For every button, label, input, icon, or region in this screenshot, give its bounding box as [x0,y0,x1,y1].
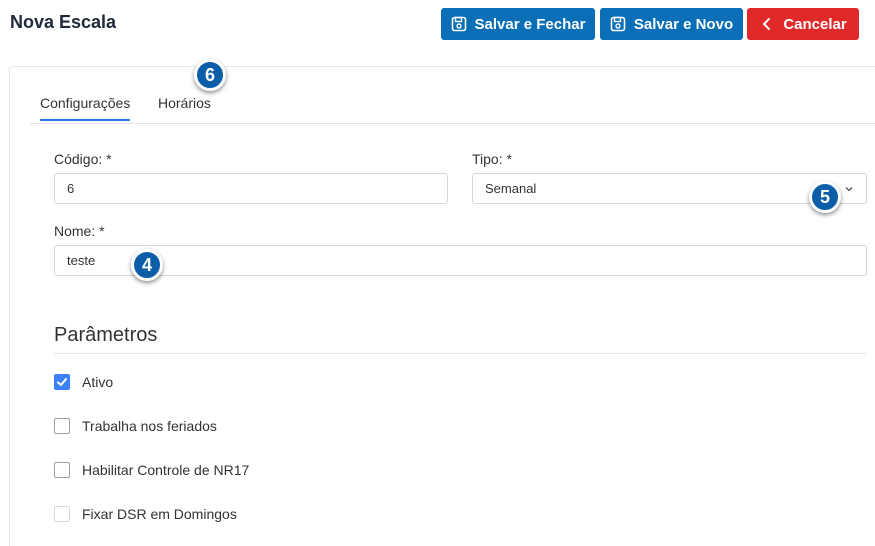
step-marker-4: 4 [131,249,163,281]
save-close-button[interactable]: Salvar e Fechar [441,8,595,40]
save-new-button[interactable]: Salvar e Novo [600,8,743,40]
checkbox-label: Habilitar Controle de NR17 [82,462,250,478]
step-marker-5: 5 [809,181,841,213]
check-icon [57,378,67,386]
checkbox-feriados[interactable]: Trabalha nos feriados [54,418,217,434]
nome-value: teste [67,253,96,268]
checkbox-unchecked[interactable] [54,462,70,478]
checkbox-label: Fixar DSR em Domingos [82,506,237,522]
tab-horarios[interactable]: Horários [158,95,211,111]
tab-configuracoes[interactable]: Configurações [40,95,131,121]
checkbox-dsr[interactable]: Fixar DSR em Domingos [54,506,237,522]
section-divider [54,353,866,354]
checkbox-label: Ativo [82,374,114,390]
checkbox-unchecked[interactable] [54,506,70,522]
chevron-down-icon [845,187,853,192]
codigo-label: Código: * [54,151,112,167]
checkbox-nr17[interactable]: Habilitar Controle de NR17 [54,462,249,478]
checkbox-label: Trabalha nos feriados [82,418,217,434]
codigo-field[interactable]: 6 [54,173,448,204]
step-marker-6: 6 [194,59,226,91]
cancel-label: Cancelar [783,15,847,33]
codigo-value: 6 [67,181,75,196]
chevron-left-icon [763,18,771,30]
save-icon [610,16,626,32]
checkbox-ativo[interactable]: Ativo [54,374,113,390]
save-close-label: Salvar e Fechar [474,15,586,33]
page-title: Nova Escala [10,12,117,32]
tipo-value: Semanal [485,181,537,196]
save-icon [451,16,466,32]
checkbox-unchecked[interactable] [54,418,70,434]
parametros-title: Parâmetros [54,324,158,346]
nome-label: Nome: * [54,223,105,239]
checkbox-checked[interactable] [54,374,70,390]
tipo-label: Tipo: * [472,151,512,167]
save-new-label: Salvar e Novo [633,15,734,33]
tab-bar: Configurações Horários [30,66,875,124]
nome-field[interactable]: teste [54,245,867,276]
cancel-button[interactable]: Cancelar [747,8,859,40]
tipo-select[interactable]: Semanal [472,173,867,204]
